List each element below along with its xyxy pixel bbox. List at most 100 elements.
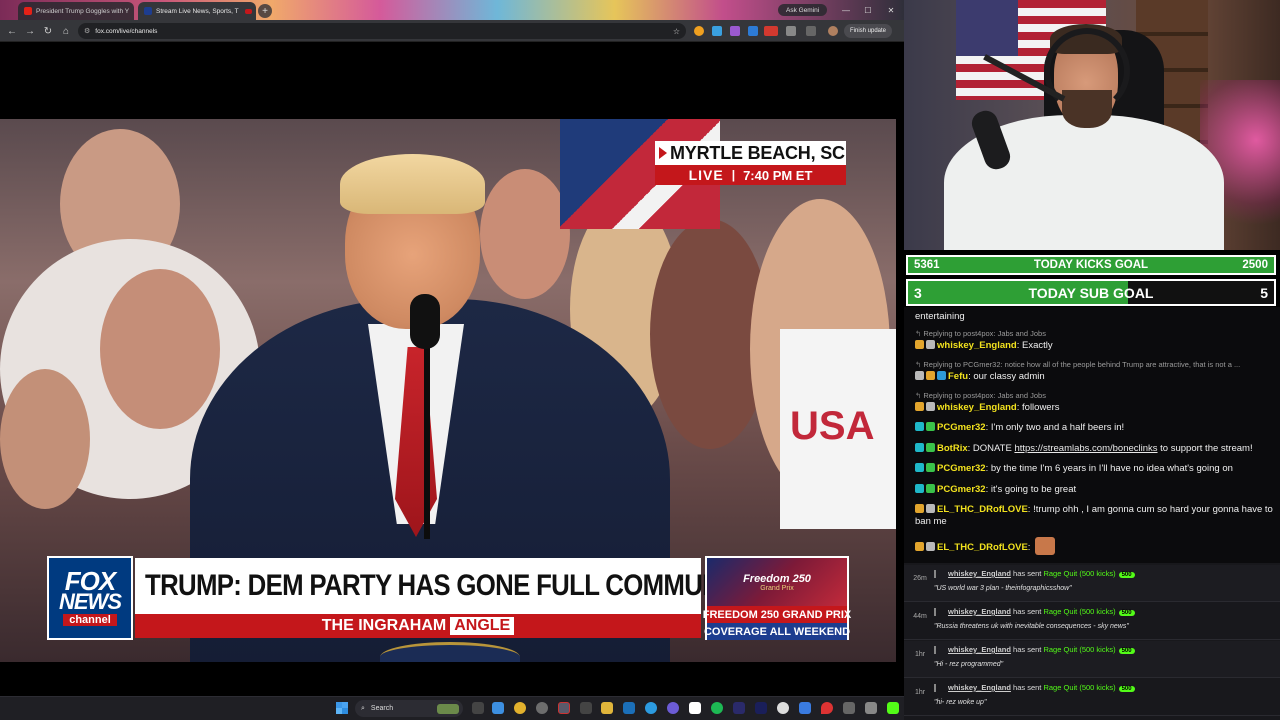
spotify-icon[interactable] [711,702,723,714]
youtube-icon [24,7,32,15]
alert-verb: has sent [1010,683,1044,692]
home-button[interactable]: ⌂ [59,24,73,38]
file-explorer-icon[interactable] [601,702,613,714]
new-tab-button[interactable]: + [258,4,272,18]
chat-username[interactable]: whiskey_England [937,340,1017,351]
app-icon[interactable] [865,702,877,714]
chrome-icon[interactable] [514,702,526,714]
app-icon[interactable] [558,702,570,714]
kicks-pill: 500 [1118,648,1135,654]
chat-link[interactable]: https://streamlabs.com/boneclinks [1014,443,1157,454]
extension-icon[interactable] [730,26,740,36]
chat-panel: entertaining ↰ Replying to post4pox: Jabs… [904,307,1280,563]
alert-item-name: Rage Quit (500 kicks) [1043,607,1116,616]
alert-verb: has sent [1010,645,1044,654]
extension-icon[interactable] [748,26,758,36]
premiere-icon[interactable] [755,702,767,714]
chat-message: whiskey_England: followers [915,402,1275,414]
tab-strip: President Trump Goggles with Y ✕ Stream … [0,0,904,20]
kick-icon[interactable] [887,702,899,714]
extension-icon[interactable] [694,26,704,36]
app-icon[interactable] [733,702,745,714]
url-text: fox.com/live/channels [95,27,158,35]
tab-fox-live[interactable]: Stream Live News, Sports, T ✕ [138,2,256,20]
chat-username[interactable]: BotRix [937,443,968,454]
app-icon[interactable] [843,702,855,714]
windows-start-icon[interactable] [336,702,348,714]
obs-icon[interactable] [536,702,548,714]
task-view-icon[interactable] [472,702,484,714]
chat-username[interactable]: PCGmer32 [937,463,986,474]
chat-badge-icon [926,443,935,452]
logo-line-2: NEWS [59,589,122,614]
site-info-icon[interactable]: ⚙ [84,27,90,35]
discord-icon[interactable] [667,702,679,714]
back-button[interactable]: ← [5,24,19,38]
chat-badge-icon [915,371,924,380]
alert-message: "Hi - rez programmed" [934,661,1004,668]
chat-username[interactable]: PCGmer32 [937,484,986,495]
location-label-box: MYRTLE BEACH, SC [655,141,846,165]
chat-message: PCGmer32: by the time I'm 6 years in I'l… [915,463,1275,475]
chat-badge-icon [915,402,924,411]
alert-username[interactable]: whiskey_England [948,683,1011,692]
chat-username[interactable]: whiskey_England [937,402,1017,413]
ask-gemini-button[interactable]: Ask Gemini [778,4,828,16]
chat-username[interactable]: EL_THC_DRofLOVE [937,542,1028,553]
kicks-goal-bar: 5361 TODAY KICKS GOAL 2500 [906,255,1276,275]
close-icon[interactable]: ✕ [133,7,134,16]
profile-avatar[interactable] [828,26,838,36]
chat-message: Fefu: our classy admin [915,371,1275,383]
forward-button[interactable]: → [23,24,37,38]
crowd-person [480,169,570,299]
window-close-button[interactable]: ✕ [881,2,901,18]
extension-icon[interactable] [712,26,722,36]
headset-icon [1044,28,1130,114]
reload-button[interactable]: ↻ [41,24,55,38]
sidebar-icon[interactable] [806,26,816,36]
chat-message: PCGmer32: I'm only two and a half beers … [915,422,1275,434]
tab-trump-goggles[interactable]: President Trump Goggles with Y ✕ [18,2,134,20]
address-bar[interactable]: ⚙ fox.com/live/channels ☆ [78,23,686,39]
chat-badge-icon [926,371,935,380]
promo-line-1: FREEDOM 250 GRAND PRIX [703,606,851,623]
steam-icon[interactable] [623,702,635,714]
microphone-stand [424,339,430,539]
alert-verb: has sent [1010,569,1044,578]
search-icon: ⌕ [361,704,365,712]
alert-item-name: Rage Quit (500 kicks) [1043,569,1116,578]
chat-username[interactable]: EL_THC_DRofLOVE [937,504,1028,515]
minimize-button[interactable]: — [836,2,856,18]
chat-text: by the time I'm 6 years in I'll have no … [990,463,1233,474]
app-icon[interactable] [580,702,592,714]
alert-item-name: Rage Quit (500 kicks) [1043,683,1116,692]
kicks-pill: 500 [1118,610,1135,616]
finish-update-button[interactable]: Finish update [844,24,893,38]
edge-icon[interactable] [645,702,657,714]
tab-title: President Trump Goggles with Y [36,7,130,15]
chat-username[interactable]: Fefu [948,371,968,382]
alert-username[interactable]: whiskey_England [948,645,1011,654]
chat-text: it's going to be great [990,484,1077,495]
kick-icon [934,646,942,654]
app-icon[interactable] [799,702,811,714]
chat-username[interactable]: PCGmer32 [937,422,986,433]
alert-username[interactable]: whiskey_England [948,607,1011,616]
maximize-button[interactable]: ☐ [858,2,878,18]
extensions-puzzle-icon[interactable] [786,26,796,36]
alert-time: 26m [913,575,927,582]
kick-icon [934,570,942,578]
promo-graphic: Freedom 250 Grand Prix [707,558,847,606]
app-icon[interactable] [777,702,789,714]
triangle-icon [659,147,667,159]
taskbar-search[interactable]: ⌕ Search [355,700,463,717]
app-icon[interactable] [689,702,701,714]
copilot-icon[interactable] [492,702,504,714]
promo-box: Freedom 250 Grand Prix FREEDOM 250 GRAND… [703,556,851,640]
maps-pin-icon[interactable] [821,702,833,714]
bookmark-star-icon[interactable]: ☆ [673,27,680,36]
video-player[interactable]: USA MYRTLE BEACH, SC LIVE | 7:40 PM ET F… [0,119,896,662]
alert-username[interactable]: whiskey_England [948,569,1011,578]
extension-icon[interactable] [764,26,778,36]
recording-icon [244,8,252,14]
